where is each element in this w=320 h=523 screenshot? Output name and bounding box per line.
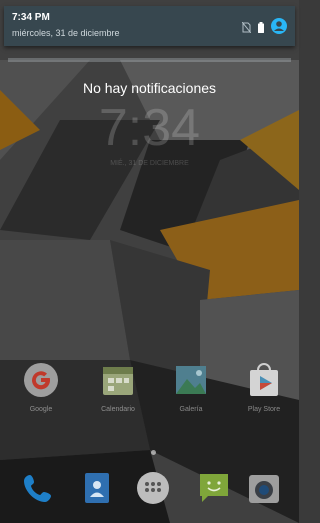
app-label: Play Store: [247, 406, 281, 413]
app-drawer-icon[interactable]: [135, 470, 171, 506]
play-store-icon: [246, 362, 282, 398]
no-notifications-text: No hay notificaciones: [82, 80, 217, 96]
status-icons: [241, 18, 287, 39]
phone-icon[interactable]: [20, 470, 56, 506]
camera-icon[interactable]: [246, 470, 282, 506]
scrim-overlay: [0, 0, 299, 523]
contacts-icon[interactable]: [79, 470, 115, 506]
messaging-icon[interactable]: [196, 470, 232, 506]
gallery-icon: [173, 362, 209, 398]
google-icon: [23, 362, 59, 398]
calendar-icon: [100, 362, 136, 398]
app-play-store[interactable]: Play Store: [236, 362, 292, 413]
app-label: Calendario: [101, 406, 135, 413]
user-avatar-icon[interactable]: [271, 18, 287, 39]
status-date[interactable]: miércoles, 31 de diciembre: [12, 28, 120, 38]
app-label: Google: [29, 406, 53, 413]
page-indicator: [151, 450, 156, 455]
app-gallery[interactable]: Galería: [163, 362, 219, 413]
background-clock: 7:34: [98, 99, 201, 157]
notification-shade-header[interactable]: 7:34 PM miércoles, 31 de diciembre: [4, 6, 295, 46]
app-label: Galería: [179, 406, 203, 413]
status-time: 7:34 PM: [12, 12, 50, 23]
shade-handle[interactable]: [8, 58, 291, 62]
app-calendar[interactable]: Calendario: [90, 362, 146, 413]
no-sim-icon: [241, 20, 252, 38]
battery-icon: [258, 20, 264, 38]
background-clock-date: MIÉ., 31 DE DICIEMBRE: [110, 160, 189, 167]
app-google[interactable]: Google: [13, 362, 69, 413]
